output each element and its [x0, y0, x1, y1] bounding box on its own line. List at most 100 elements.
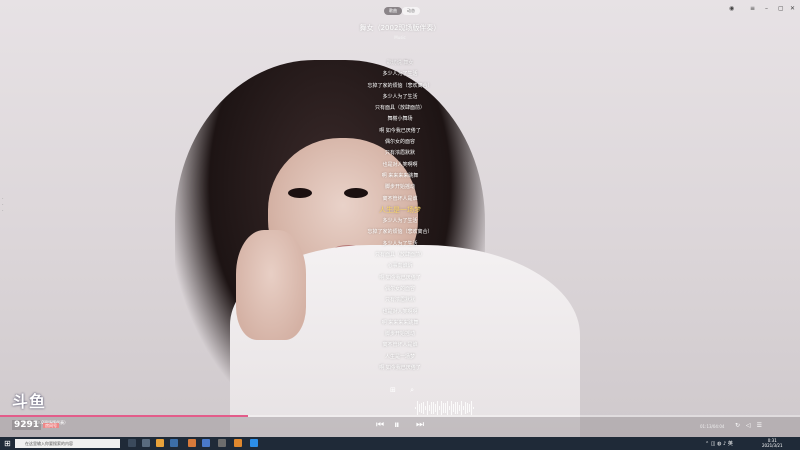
lyric-line[interactable]: 偶尔女的面容: [300, 284, 500, 295]
visualizer-bar: [459, 405, 460, 411]
visualizer-bar: [469, 403, 470, 413]
lyric-line[interactable]: 离不管坏人是谁: [300, 194, 500, 205]
lyric-line[interactable]: 只有浓眉默默: [300, 148, 500, 159]
lyric-line[interactable]: 舞榭小舞场: [300, 114, 500, 125]
playback-time: 01:13/04:04: [700, 424, 725, 429]
taskbar: ⊞ 在这里输入你要搜索的内容 ⌃ ◫ ◍ ♪ 英 0:31 2021/3/21: [0, 437, 800, 450]
lyric-translate-icon[interactable]: ⊞: [390, 386, 396, 394]
lyric-line[interactable]: 脚步开始摇动: [300, 182, 500, 193]
close-icon[interactable]: ✕: [790, 5, 795, 12]
lyric-line[interactable]: 多少人为了生活: [300, 69, 500, 80]
visualizer-bar: [417, 401, 418, 415]
lyric-line[interactable]: 心事向谁诉: [300, 261, 500, 272]
visualizer-bar: [437, 401, 438, 415]
visualizer-bar: [449, 406, 450, 410]
visualizer-bar: [451, 401, 452, 415]
app-icon-2[interactable]: [156, 439, 164, 447]
visualizer-bar: [439, 406, 440, 410]
lyric-line[interactable]: 也是对人笑啊啊: [300, 160, 500, 171]
lyric-search-icon[interactable]: ⌕: [410, 386, 414, 394]
visualizer-bar: [453, 404, 454, 412]
visualizer-bar: [435, 404, 436, 412]
clock-date: 2021/3/21: [762, 443, 783, 448]
stream-overlay: 斗鱼 9291 房间号: [12, 388, 60, 431]
tab-song[interactable]: 歌曲: [384, 7, 402, 15]
current-lyric-line[interactable]: 人生是一场梦: [300, 205, 500, 216]
visualizer-bar: [455, 402, 456, 414]
visualizer-bar: [445, 403, 446, 413]
visualizer-bar: [465, 401, 466, 415]
visualizer-bar: [415, 407, 416, 409]
lyric-line[interactable]: 歌坊说 舞女: [300, 58, 500, 69]
app-icon-3[interactable]: [170, 439, 178, 447]
visualizer-bar: [429, 405, 430, 411]
visualizer-bar: [471, 401, 472, 415]
lyric-line[interactable]: 啊 如今我已厌倦了: [300, 126, 500, 137]
app-icon-1[interactable]: [142, 439, 150, 447]
visualizer-bar: [427, 401, 428, 415]
lyric-line[interactable]: 啊 如今我已厌倦了: [300, 273, 500, 284]
visualizer-bar: [433, 402, 434, 414]
lyric-line[interactable]: 忘掉了家的烦恼（悲欢离合）: [300, 227, 500, 238]
app-icon-4[interactable]: [188, 439, 196, 447]
lyric-line[interactable]: 多少人为了生活: [300, 216, 500, 227]
visualizer-bar: [419, 403, 420, 413]
taskbar-clock[interactable]: 0:31 2021/3/21: [762, 438, 783, 448]
lyric-line[interactable]: 离不管坏人是谁: [300, 340, 500, 351]
player-bar: 舞女（2002现场版伴奏） ⏮ ⏸ ⏭ 01:13/04:04 ↻◁☰: [0, 417, 800, 437]
lyric-line[interactable]: 忘掉了家的烦恼（悲欢离合）: [300, 81, 500, 92]
lyric-line[interactable]: 啊 来来来来跳舞: [300, 318, 500, 329]
taskview-icon[interactable]: [128, 439, 136, 447]
douyu-logo: 斗鱼: [12, 392, 47, 411]
lyric-line[interactable]: 也是对人笑啊啊: [300, 307, 500, 318]
pause-icon[interactable]: ⏸: [394, 418, 400, 432]
visualizer-bar: [447, 401, 448, 415]
settings-icon[interactable]: ≡: [750, 5, 755, 12]
windows-start-icon[interactable]: ⊞: [4, 439, 11, 448]
lyric-line[interactable]: 偶尔女的面容: [300, 137, 500, 148]
maximize-icon[interactable]: ▢: [778, 5, 784, 12]
lyric-line[interactable]: 多少人为了生活: [300, 239, 500, 250]
system-tray-icons[interactable]: ⌃ ◫ ◍ ♪ 英: [705, 440, 733, 447]
next-icon[interactable]: ⏭: [416, 420, 424, 430]
visualizer-bar: [457, 402, 458, 414]
lyric-line[interactable]: 只有面具（放肆面前）: [300, 250, 500, 261]
minimize-icon[interactable]: –: [765, 5, 768, 12]
lyric-line[interactable]: 啊 来来来来跳舞: [300, 171, 500, 182]
user-avatar-icon[interactable]: ◉: [729, 5, 734, 12]
visualizer-bar: [467, 402, 468, 414]
settings-app-icon[interactable]: [218, 439, 226, 447]
visualizer-bar: [421, 402, 422, 414]
artist-name[interactable]: Music: [0, 35, 800, 40]
visualizer-bar: [423, 401, 424, 415]
artist-photo-hand: [236, 230, 306, 340]
room-label: 房间号: [43, 423, 60, 428]
playlist-icon[interactable]: ☰: [757, 422, 768, 429]
room-number: 9291: [12, 420, 42, 430]
visualizer-bar: [473, 407, 474, 409]
lyric-line[interactable]: 只有浓眉默默: [300, 295, 500, 306]
lyric-line[interactable]: 人生是一场梦: [300, 352, 500, 363]
app-icon-6[interactable]: [234, 439, 242, 447]
loop-icon[interactable]: ↻: [735, 422, 746, 429]
app-icon-7[interactable]: [250, 439, 258, 447]
taskbar-search-input[interactable]: 在这里输入你要搜索的内容: [15, 439, 120, 448]
previous-icon[interactable]: ⏮: [376, 420, 384, 430]
side-handle-icon[interactable]: · · ·: [2, 196, 4, 214]
audio-visualizer: [415, 400, 485, 416]
visualizer-bar: [441, 401, 442, 415]
visualizer-bar: [425, 405, 426, 411]
app-icon-5[interactable]: [202, 439, 210, 447]
lyric-line[interactable]: 啊 如今我已厌倦了: [300, 363, 500, 374]
tab-moments[interactable]: 动态: [402, 7, 420, 15]
visualizer-bar: [443, 403, 444, 413]
lyrics-panel[interactable]: 歌坊说 舞女 多少人为了生活 忘掉了家的烦恼（悲欢离合） 多少人为了生活 只有面具（放肆…: [300, 58, 500, 374]
visualizer-bar: [463, 405, 464, 411]
visualizer-bar: [461, 401, 462, 415]
volume-icon[interactable]: ◁: [746, 422, 757, 429]
lyric-line[interactable]: 只有面具（放肆面前）: [300, 103, 500, 114]
lyric-line[interactable]: 脚步开始摇动: [300, 329, 500, 340]
lyric-line[interactable]: 多少人为了生活: [300, 92, 500, 103]
visualizer-bar: [431, 402, 432, 414]
song-title: 舞女（2002现场版伴奏）: [359, 24, 441, 32]
